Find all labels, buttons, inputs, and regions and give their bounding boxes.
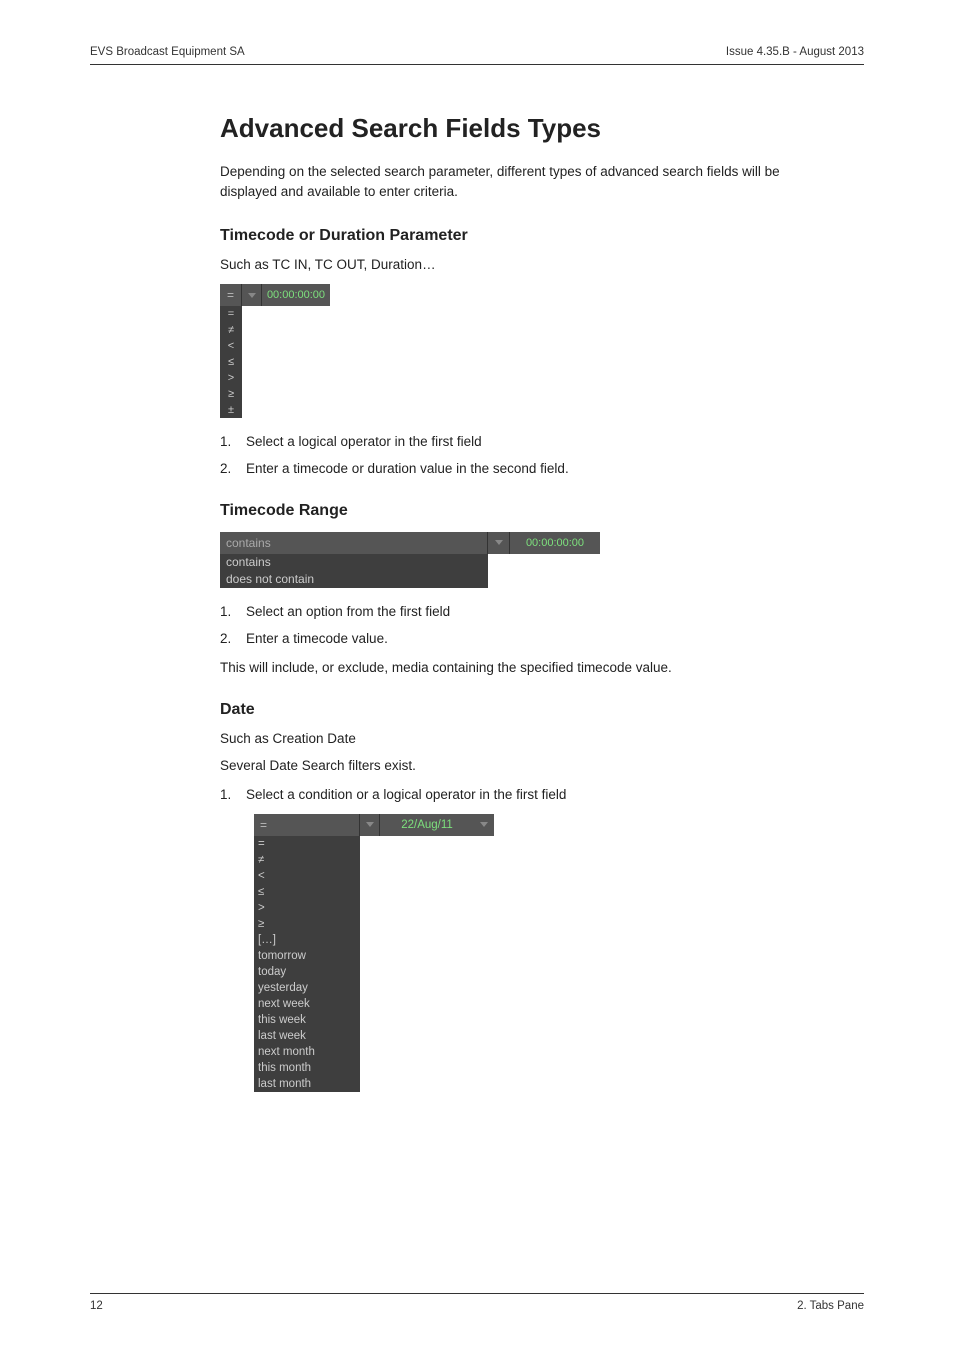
- section2-note: This will include, or exclude, media con…: [220, 660, 820, 675]
- operator-dropdown-arrow[interactable]: [242, 284, 262, 306]
- contains-options-list: contains does not contain: [220, 554, 488, 588]
- date-option[interactable]: last month: [254, 1076, 360, 1092]
- date-option[interactable]: next week: [254, 996, 360, 1012]
- timecode-input-2[interactable]: 00:00:00:00: [510, 532, 600, 554]
- date-option[interactable]: >: [254, 900, 360, 916]
- date-option[interactable]: tomorrow: [254, 948, 360, 964]
- page-title: Advanced Search Fields Types: [220, 113, 820, 144]
- date-option[interactable]: […]: [254, 932, 360, 948]
- date-option[interactable]: =: [254, 836, 360, 852]
- operator-option[interactable]: ≤: [220, 354, 242, 370]
- date-dropdown-figure: = 22/Aug/11 = ≠ < ≤ > ≥ […] tomorrow tod…: [254, 814, 494, 1092]
- intro-paragraph: Depending on the selected search paramet…: [220, 162, 820, 201]
- contains-dropdown-figure: contains 00:00:00:00 contains does not c…: [220, 532, 600, 588]
- section1-steps: 1.Select a logical operator in the first…: [220, 432, 820, 480]
- page-footer: 12 2. Tabs Pane: [90, 1293, 864, 1312]
- date-option[interactable]: ≥: [254, 916, 360, 932]
- chevron-down-icon: [480, 822, 488, 827]
- date-value-arrow[interactable]: [474, 814, 494, 836]
- list-item: 1.Select a condition or a logical operat…: [220, 785, 820, 806]
- operator-options-list: = ≠ < ≤ > ≥ ±: [220, 306, 242, 418]
- operator-selected[interactable]: =: [220, 284, 242, 306]
- date-option[interactable]: yesterday: [254, 980, 360, 996]
- footer-section: 2. Tabs Pane: [797, 1300, 864, 1312]
- chevron-down-icon: [366, 822, 374, 827]
- operator-option[interactable]: ±: [220, 402, 242, 418]
- section-date-heading: Date: [220, 701, 820, 719]
- date-option[interactable]: <: [254, 868, 360, 884]
- date-operator-selected[interactable]: =: [254, 814, 360, 836]
- timecode-input[interactable]: 00:00:00:00: [262, 284, 330, 306]
- header-right: Issue 4.35.B - August 2013: [726, 46, 864, 58]
- date-option[interactable]: today: [254, 964, 360, 980]
- operator-option[interactable]: >: [220, 370, 242, 386]
- date-value[interactable]: 22/Aug/11: [380, 814, 474, 836]
- operator-dropdown-figure: = 00:00:00:00 = ≠ < ≤ > ≥ ±: [220, 284, 330, 418]
- operator-option[interactable]: =: [220, 306, 242, 322]
- date-options-list: = ≠ < ≤ > ≥ […] tomorrow today yesterday…: [254, 836, 360, 1092]
- contains-dropdown-arrow[interactable]: [488, 532, 510, 554]
- date-operator-arrow[interactable]: [360, 814, 380, 836]
- section-timecode-duration-sub: Such as TC IN, TC OUT, Duration…: [220, 257, 820, 272]
- page-header: EVS Broadcast Equipment SA Issue 4.35.B …: [90, 46, 864, 65]
- chevron-down-icon: [248, 293, 256, 298]
- contains-selected[interactable]: contains: [220, 532, 488, 554]
- list-item: 2.Enter a timecode or duration value in …: [220, 459, 820, 480]
- list-item: 2.Enter a timecode value.: [220, 629, 820, 650]
- operator-option[interactable]: ≥: [220, 386, 242, 402]
- date-option[interactable]: this week: [254, 1012, 360, 1028]
- list-item: 1.Select an option from the first field: [220, 602, 820, 623]
- header-left: EVS Broadcast Equipment SA: [90, 46, 245, 58]
- section-date-sub1: Such as Creation Date: [220, 731, 820, 746]
- date-option[interactable]: ≤: [254, 884, 360, 900]
- section-date-sub2: Several Date Search filters exist.: [220, 758, 820, 773]
- contains-option[interactable]: does not contain: [220, 571, 488, 588]
- section-timecode-duration-heading: Timecode or Duration Parameter: [220, 227, 820, 245]
- operator-option[interactable]: ≠: [220, 322, 242, 338]
- chevron-down-icon: [495, 540, 503, 545]
- footer-page-number: 12: [90, 1300, 103, 1312]
- date-option[interactable]: last week: [254, 1028, 360, 1044]
- operator-option[interactable]: <: [220, 338, 242, 354]
- list-item: 1.Select a logical operator in the first…: [220, 432, 820, 453]
- date-option[interactable]: next month: [254, 1044, 360, 1060]
- section-timecode-range-heading: Timecode Range: [220, 502, 820, 520]
- date-option[interactable]: ≠: [254, 852, 360, 868]
- contains-option[interactable]: contains: [220, 554, 488, 571]
- date-option[interactable]: this month: [254, 1060, 360, 1076]
- section2-steps: 1.Select an option from the first field …: [220, 602, 820, 650]
- section3-steps: 1.Select a condition or a logical operat…: [220, 785, 820, 806]
